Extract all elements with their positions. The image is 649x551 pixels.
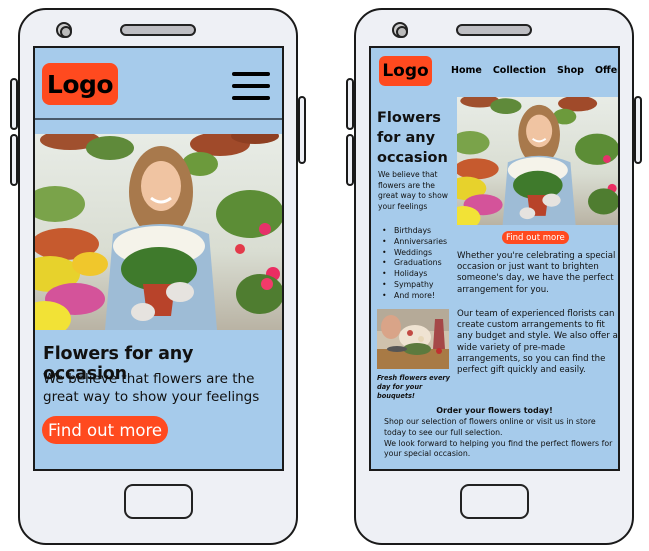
florist-image (377, 309, 449, 369)
camera-icon (392, 22, 408, 38)
phone-power-button (634, 96, 642, 164)
list-item: Birthdays (381, 226, 461, 237)
nav-item-offers[interactable]: Offers (595, 65, 618, 76)
home-button (460, 484, 529, 519)
list-item: And more! (381, 291, 461, 302)
lead-text: We believe that flowers are the great wa… (378, 170, 448, 211)
lead-text: We believe that flowers are the great wa… (43, 371, 260, 405)
team-paragraph: Our team of experienced florists can cre… (457, 309, 618, 376)
nav-item-home[interactable]: Home (451, 65, 482, 76)
screen: Logo Home Collection Shop Offers Flowers… (369, 46, 620, 471)
list-item: Sympathy (381, 280, 461, 291)
find-out-more-button[interactable]: Find out more (42, 416, 169, 444)
nav-item-collection[interactable]: Collection (493, 65, 546, 76)
phone-side-button (10, 134, 18, 186)
speaker-grille (120, 24, 196, 36)
order-text-line-2: We look forward to helping you find the … (384, 438, 613, 459)
speaker-grille (456, 24, 532, 36)
main-nav: Home Collection Shop Offers (451, 65, 618, 76)
hero-image (35, 134, 282, 330)
screen: Logo Flowers for any occasion We believe… (33, 46, 284, 471)
home-button (124, 484, 193, 519)
phone-side-button (10, 78, 18, 130)
phone-mockup-full-layout: Logo Home Collection Shop Offers Flowers… (346, 8, 642, 545)
page-title: Flowers for any occasion (377, 110, 448, 166)
phone-mockup-menu-layout: Logo Flowers for any occasion We believe… (10, 8, 306, 545)
order-heading: Order your flowers today! (436, 406, 553, 415)
nav-item-shop[interactable]: Shop (557, 65, 584, 76)
logo[interactable]: Logo (42, 63, 118, 105)
camera-icon (56, 22, 72, 38)
phone-power-button (298, 96, 306, 164)
logo[interactable]: Logo (379, 56, 432, 86)
list-item: Weddings (381, 248, 461, 259)
image-caption: Fresh flowers every day for your bouquet… (377, 374, 450, 400)
list-item: Graduations (381, 258, 461, 269)
occasion-list: Birthdays Anniversaries Weddings Graduat… (381, 226, 461, 302)
list-item: Anniversaries (381, 237, 461, 248)
find-out-more-button[interactable]: Find out more (502, 231, 569, 244)
hamburger-menu-icon[interactable] (232, 72, 270, 100)
hero-image (457, 97, 618, 225)
intro-paragraph: Whether you're celebrating a special occ… (457, 251, 616, 295)
list-item: Holidays (381, 269, 461, 280)
header-divider (35, 118, 282, 120)
phone-side-button (346, 134, 354, 186)
order-text: Shop our selection of flowers online or … (384, 417, 614, 460)
order-text-line-1: Shop our selection of flowers online or … (384, 417, 596, 437)
phone-side-button (346, 78, 354, 130)
